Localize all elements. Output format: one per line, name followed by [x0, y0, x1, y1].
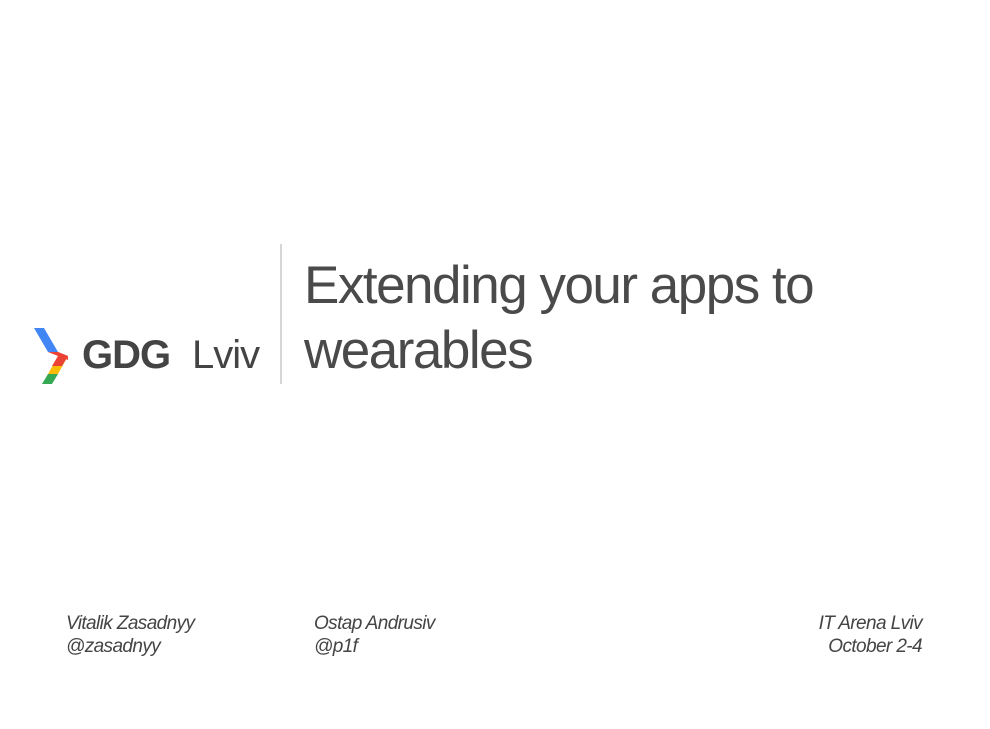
event-name: IT Arena Lviv	[818, 613, 923, 634]
event-info: IT Arena Lviv October 2-4	[818, 612, 923, 658]
author-handle: @p1f	[314, 636, 358, 657]
author-name: Ostap Andrusiv	[314, 613, 435, 634]
logo-wordmark: GDG	[82, 333, 171, 377]
author-handle: @zasadnyy	[66, 636, 161, 657]
slide-title-line-2: wearables	[304, 321, 534, 380]
slide-title: Extending your apps to wearables	[304, 253, 924, 383]
event-date: October 2-4	[828, 636, 922, 657]
author-vitalik: Vitalik Zasadnyy @zasadnyy	[66, 612, 195, 658]
author-ostap: Ostap Andrusiv @p1f	[314, 612, 435, 658]
logo-city: Lviv	[192, 333, 260, 377]
slide-title-line-1: Extending your apps to	[304, 256, 815, 315]
vertical-divider	[280, 244, 282, 384]
author-name: Vitalik Zasadnyy	[66, 613, 195, 634]
gdg-lviv-logo: GDG Lviv	[32, 326, 272, 386]
gdg-chevron-icon	[34, 328, 68, 384]
presentation-slide: GDG Lviv Extending your apps to wearable…	[0, 0, 990, 729]
